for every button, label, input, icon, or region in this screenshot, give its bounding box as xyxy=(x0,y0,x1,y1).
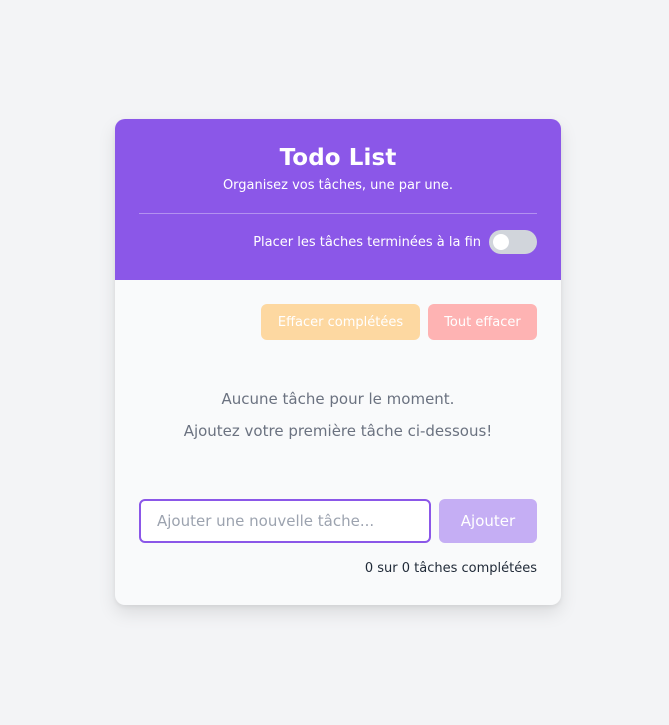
empty-state: Aucune tâche pour le moment. Ajoutez vot… xyxy=(139,383,537,447)
header-divider xyxy=(139,213,537,214)
todo-card: Todo List Organisez vos tâches, une par … xyxy=(115,119,561,605)
clear-all-button[interactable]: Tout effacer xyxy=(428,304,537,340)
add-task-button[interactable]: Ajouter xyxy=(439,499,537,543)
clear-completed-button[interactable]: Effacer complétées xyxy=(261,304,420,340)
card-header: Todo List Organisez vos tâches, une par … xyxy=(115,119,561,280)
sort-completed-toggle[interactable] xyxy=(489,230,537,254)
completion-counter: 0 sur 0 tâches complétées xyxy=(364,561,537,576)
empty-state-hint: Ajoutez votre première tâche ci-dessous! xyxy=(183,422,493,440)
sort-toggle-row: Placer les tâches terminées à la fin xyxy=(139,230,537,254)
card-body: Effacer complétées Tout effacer Aucune t… xyxy=(115,280,561,577)
add-task-row: Ajouter xyxy=(139,499,537,543)
toggle-knob xyxy=(493,234,509,250)
bulk-actions: Effacer complétées Tout effacer xyxy=(139,304,537,340)
sort-toggle-label: Placer les tâches terminées à la fin xyxy=(253,234,481,250)
app-title: Todo List xyxy=(279,145,397,171)
app-subtitle: Organisez vos tâches, une par une. xyxy=(222,178,454,193)
new-task-input[interactable] xyxy=(139,499,431,543)
empty-state-message: Aucune tâche pour le moment. xyxy=(221,390,455,408)
